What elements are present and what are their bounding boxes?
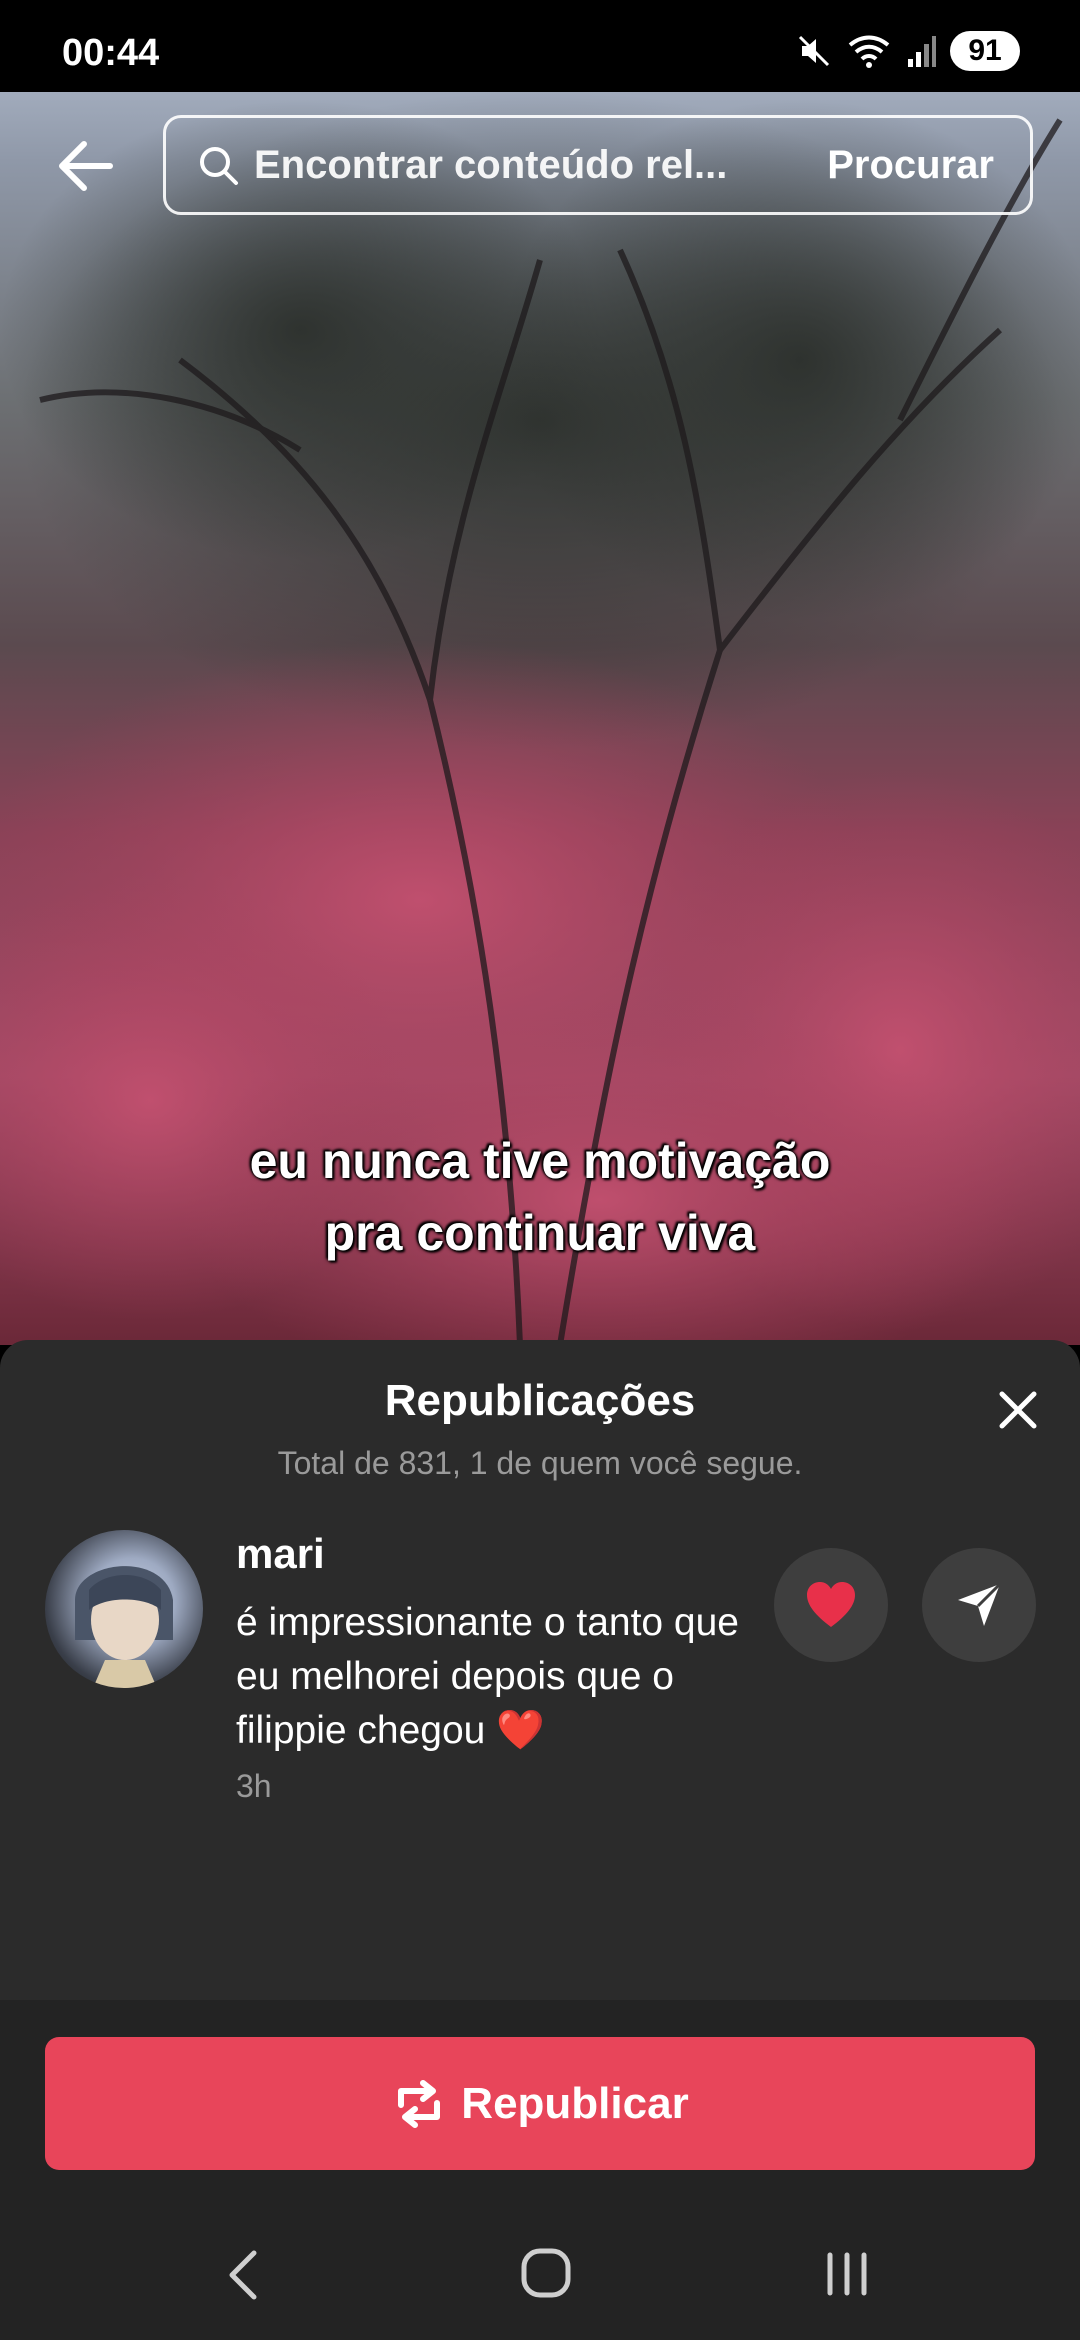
like-button[interactable]: [774, 1548, 888, 1662]
avatar[interactable]: [45, 1530, 203, 1688]
repost-timestamp: 3h: [236, 1768, 272, 1804]
send-icon: [958, 1582, 1002, 1626]
video-caption: eu nunca tive motivação pra continuar vi…: [0, 1125, 1080, 1269]
search-button[interactable]: Procurar: [827, 143, 994, 188]
system-nav-bar: [0, 2205, 1080, 2340]
signal-icon: [908, 36, 936, 67]
avatar-image: [75, 1566, 173, 1688]
status-time: 00:44: [62, 32, 160, 74]
repost-button[interactable]: Republicar: [45, 2037, 1035, 2170]
wifi-icon: [848, 35, 890, 68]
reposts-sheet: Republicações Total de 831, 1 de quem vo…: [0, 1340, 1080, 2000]
caption-line-1: eu nunca tive motivação: [249, 1133, 831, 1189]
caption-line-2: pra continuar viva: [324, 1205, 756, 1261]
repost-comment: é impressionante o tanto que eu melhorei…: [236, 1601, 740, 1752]
heart-icon: [807, 1582, 855, 1627]
search-icon: [200, 147, 238, 185]
search-input[interactable]: Encontrar conteúdo rel... Procurar: [163, 115, 1033, 215]
sheet-title: Republicações: [384, 1376, 696, 1425]
nav-home-icon[interactable]: [520, 2247, 572, 2299]
battery-indicator: 91: [950, 31, 1020, 71]
sheet-subtitle: Total de 831, 1 de quem você segue.: [277, 1445, 803, 1481]
nav-back-icon[interactable]: [220, 2247, 270, 2303]
send-button[interactable]: [922, 1548, 1036, 1662]
mute-icon: [798, 35, 830, 67]
footer: Republicar: [0, 2000, 1080, 2205]
repost-button-label: Republicar: [461, 2078, 689, 2128]
back-arrow-icon[interactable]: [56, 138, 116, 194]
status-icons: 91: [796, 30, 1020, 72]
repost-icon: [398, 2079, 441, 2128]
status-bar: 00:44 91: [0, 0, 1080, 92]
search-placeholder: Encontrar conteúdo rel...: [254, 142, 728, 187]
list-item[interactable]: mari é impressionante o tanto que eu mel…: [0, 1530, 1080, 1830]
nav-recents-icon[interactable]: [822, 2249, 872, 2299]
close-icon[interactable]: [996, 1388, 1040, 1432]
repost-username[interactable]: mari: [236, 1530, 325, 1578]
